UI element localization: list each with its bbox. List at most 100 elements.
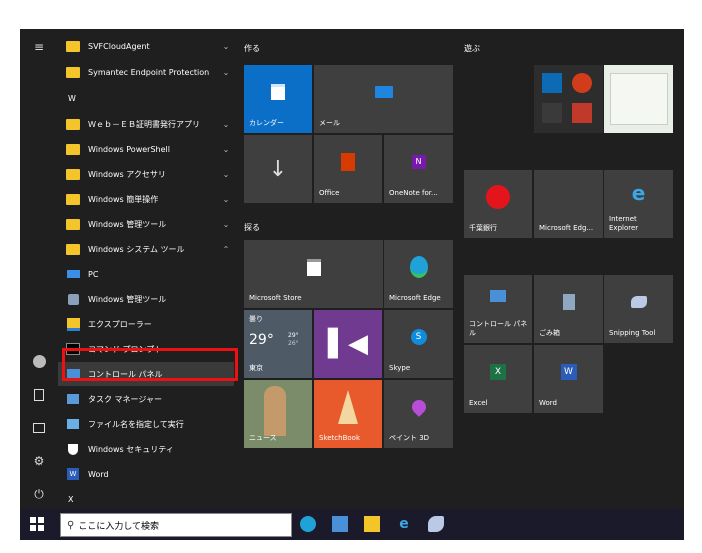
folder-icon [66, 193, 80, 205]
tile-microsoft-store[interactable]: Microsoft Store [244, 240, 383, 308]
tile-microsoft-edge-2[interactable]: Microsoft Edg... [534, 170, 603, 238]
edge-icon [384, 240, 453, 294]
app-list-item[interactable]: エクスプローラー [58, 312, 234, 336]
control-panel-taskbar-icon[interactable] [332, 516, 348, 532]
windows-start-icon[interactable] [30, 517, 44, 531]
app-list-item[interactable]: Windows 管理ツール ⌄ [58, 212, 234, 236]
tile-word[interactable]: W Word [534, 345, 603, 413]
movies-icon [542, 73, 562, 93]
maps-icon [572, 103, 592, 123]
app-list-item[interactable]: PC [58, 262, 234, 286]
folder-icon [66, 66, 80, 78]
control-panel-icon [464, 275, 532, 317]
app-list: SVFCloudAgent ⌄ Symantec Endpoint Protect… [58, 29, 236, 509]
settings-gear-icon[interactable]: ⚙ [20, 449, 58, 473]
tile-empty [464, 65, 532, 133]
shield-icon [66, 443, 80, 455]
groove-icon [572, 73, 592, 93]
letter-header[interactable]: X [58, 487, 234, 509]
tile-snipping-tool[interactable]: Snipping Tool [604, 275, 673, 343]
explorer-icon [66, 317, 80, 331]
app-list-item[interactable]: Windows システム ツール ⌃ [58, 237, 234, 261]
app-list-item[interactable]: SVFCloudAgent ⌄ [58, 34, 234, 58]
user-avatar-icon[interactable] [20, 349, 58, 373]
tile-chiba-bank[interactable]: 千葉銀行 [464, 170, 532, 238]
tile-sketchbook[interactable]: SketchBook [314, 380, 382, 448]
app-list-item[interactable]: Windows セキュリティ [58, 437, 234, 461]
pencil-icon [314, 380, 382, 434]
word-icon: W [66, 468, 80, 480]
calendar-icon [244, 65, 312, 119]
group-title-explore: 探る [244, 223, 260, 232]
chiba-bank-icon [464, 170, 532, 224]
snipping-taskbar-icon[interactable] [428, 516, 444, 532]
tile-download[interactable]: ↓ [244, 135, 312, 203]
explorer-taskbar-icon[interactable] [364, 516, 380, 532]
app-list-item[interactable]: W Word [58, 462, 234, 486]
search-icon: ⚲ [67, 519, 75, 531]
chevron-down-icon: ⌄ [222, 194, 230, 204]
tile-photos[interactable] [604, 65, 673, 133]
task-manager-icon [66, 393, 80, 405]
paint3d-icon [384, 380, 453, 434]
pictures-icon[interactable] [20, 416, 58, 440]
chevron-down-icon: ⌄ [222, 144, 230, 154]
app-list-item[interactable]: タスク マネージャー [58, 387, 234, 411]
start-rail: ≡ ⚙ ⏻ [20, 29, 58, 509]
folder-icon [66, 40, 80, 52]
word-icon: W [534, 345, 603, 399]
ie-icon: e [631, 181, 646, 205]
scissors-icon [604, 275, 673, 329]
tile-internet-explorer[interactable]: e Internet Explorer [604, 170, 673, 238]
tile-skype[interactable]: S Skype [384, 310, 453, 378]
highlight-box [62, 348, 238, 381]
documents-icon[interactable] [20, 383, 58, 407]
taskbar: ⚲ ここに入力して検索 e [20, 509, 684, 540]
tile-play-folder[interactable] [534, 65, 603, 133]
app-list-item[interactable]: Windows PowerShell ⌄ [58, 137, 234, 161]
app-list-item[interactable]: Symantec Endpoint Protection ⌄ [58, 60, 234, 84]
store-bag-icon [244, 240, 383, 294]
office-icon [314, 135, 382, 189]
app-list-item[interactable]: Windows 簡単操作 ⌄ [58, 187, 234, 211]
tile-office[interactable]: Office [314, 135, 382, 203]
run-icon [66, 418, 80, 430]
tile-recycle-bin[interactable]: ごみ箱 [534, 275, 603, 343]
edge-taskbar-icon[interactable] [300, 516, 316, 532]
tile-dolby[interactable]: ▌◀ [314, 310, 382, 378]
tile-weather[interactable]: 曇り 29° 29° 26° 東京 [244, 310, 312, 378]
chevron-down-icon: ⌄ [222, 219, 230, 229]
photo-preview [610, 73, 668, 125]
tile-excel[interactable]: X Excel [464, 345, 532, 413]
chevron-down-icon: ⌄ [222, 169, 230, 179]
search-box[interactable]: ⚲ ここに入力して検索 [60, 513, 292, 537]
chevron-down-icon: ⌄ [222, 41, 230, 51]
tile-onenote[interactable]: N OneNote for... [384, 135, 453, 203]
ie-taskbar-icon[interactable]: e [396, 516, 412, 532]
recycle-bin-icon [534, 275, 603, 329]
folder-icon [66, 243, 80, 255]
app-list-item[interactable]: ファイル名を指定して実行 [58, 412, 234, 436]
app-list-item[interactable]: Windows 管理ツール [58, 287, 234, 311]
letter-header[interactable]: W [58, 86, 234, 110]
tile-calendar[interactable]: カレンダー [244, 65, 312, 133]
pc-icon [66, 268, 80, 280]
chevron-down-icon: ⌄ [222, 67, 230, 77]
tile-microsoft-edge[interactable]: Microsoft Edge [384, 240, 453, 308]
hamburger-menu-icon[interactable]: ≡ [20, 35, 58, 59]
mail-icon [314, 65, 453, 119]
tile-mail[interactable]: メール [314, 65, 453, 133]
power-icon[interactable]: ⏻ [20, 482, 58, 506]
start-menu: ≡ ⚙ ⏻ SVFCloudAgent ⌄ Symantec Endpoint P… [20, 29, 684, 540]
folder-icon [66, 143, 80, 155]
tile-news[interactable]: ニュース [244, 380, 312, 448]
download-arrow-icon: ↓ [268, 156, 288, 182]
tile-paint3d[interactable]: ペイント 3D [384, 380, 453, 448]
calculator-icon [542, 103, 562, 123]
admin-tools-icon [66, 293, 80, 305]
app-list-item[interactable]: Windows アクセサリ ⌄ [58, 162, 234, 186]
group-title-create: 作る [244, 44, 260, 53]
tile-control-panel[interactable]: コントロール パネル [464, 275, 532, 343]
folder-icon [66, 218, 80, 230]
app-list-item[interactable]: Ｗｅｂ－ＥＢ証明書発行アプリ ⌄ [58, 112, 234, 136]
